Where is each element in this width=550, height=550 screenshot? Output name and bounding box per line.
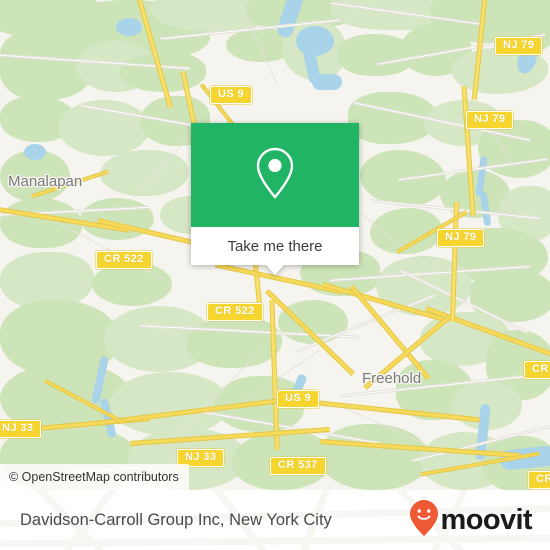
road-shield-nj79-north: NJ 79 bbox=[495, 37, 543, 55]
road-shield-cr537: CR 537 bbox=[270, 457, 326, 475]
take-me-there-button[interactable]: Take me there bbox=[191, 227, 359, 265]
footer-bar: Davidson-Carroll Group Inc, New York Cit… bbox=[0, 490, 550, 550]
moovit-smile-pin-icon bbox=[409, 499, 439, 542]
road-shield-nj79-mid: NJ 79 bbox=[466, 111, 514, 129]
road-shield-us9-south: US 9 bbox=[277, 390, 320, 408]
location-popup-card[interactable]: Take me there bbox=[191, 123, 359, 275]
road-shield-nj33-west: NJ 33 bbox=[0, 420, 42, 438]
road-shield-nj79-south: NJ 79 bbox=[437, 229, 485, 247]
road-shield-us9-north: US 9 bbox=[210, 86, 253, 104]
popup-header bbox=[191, 123, 359, 227]
road-shield-cr522-west: CR 522 bbox=[96, 251, 152, 269]
map-canvas[interactable]: Manalapan Freehold NJ 79 US 9 NJ 79 NJ 7… bbox=[0, 0, 550, 490]
map-screenshot: Manalapan Freehold NJ 79 US 9 NJ 79 NJ 7… bbox=[0, 0, 550, 550]
osm-attribution[interactable]: © OpenStreetMap contributors bbox=[0, 464, 189, 490]
moovit-wordmark: moovit bbox=[440, 503, 533, 536]
road-shield-cr522-east: CR 522 bbox=[207, 303, 263, 321]
road-shield-cr-corner: CR bbox=[528, 471, 550, 489]
moovit-logo[interactable]: moovit bbox=[409, 499, 533, 542]
location-title: Davidson-Carroll Group Inc, New York Cit… bbox=[20, 510, 332, 529]
map-pin-icon bbox=[253, 145, 297, 206]
popup-pointer-tail bbox=[266, 265, 284, 275]
road-shield-cr5-edge: CR 5 bbox=[524, 361, 550, 379]
